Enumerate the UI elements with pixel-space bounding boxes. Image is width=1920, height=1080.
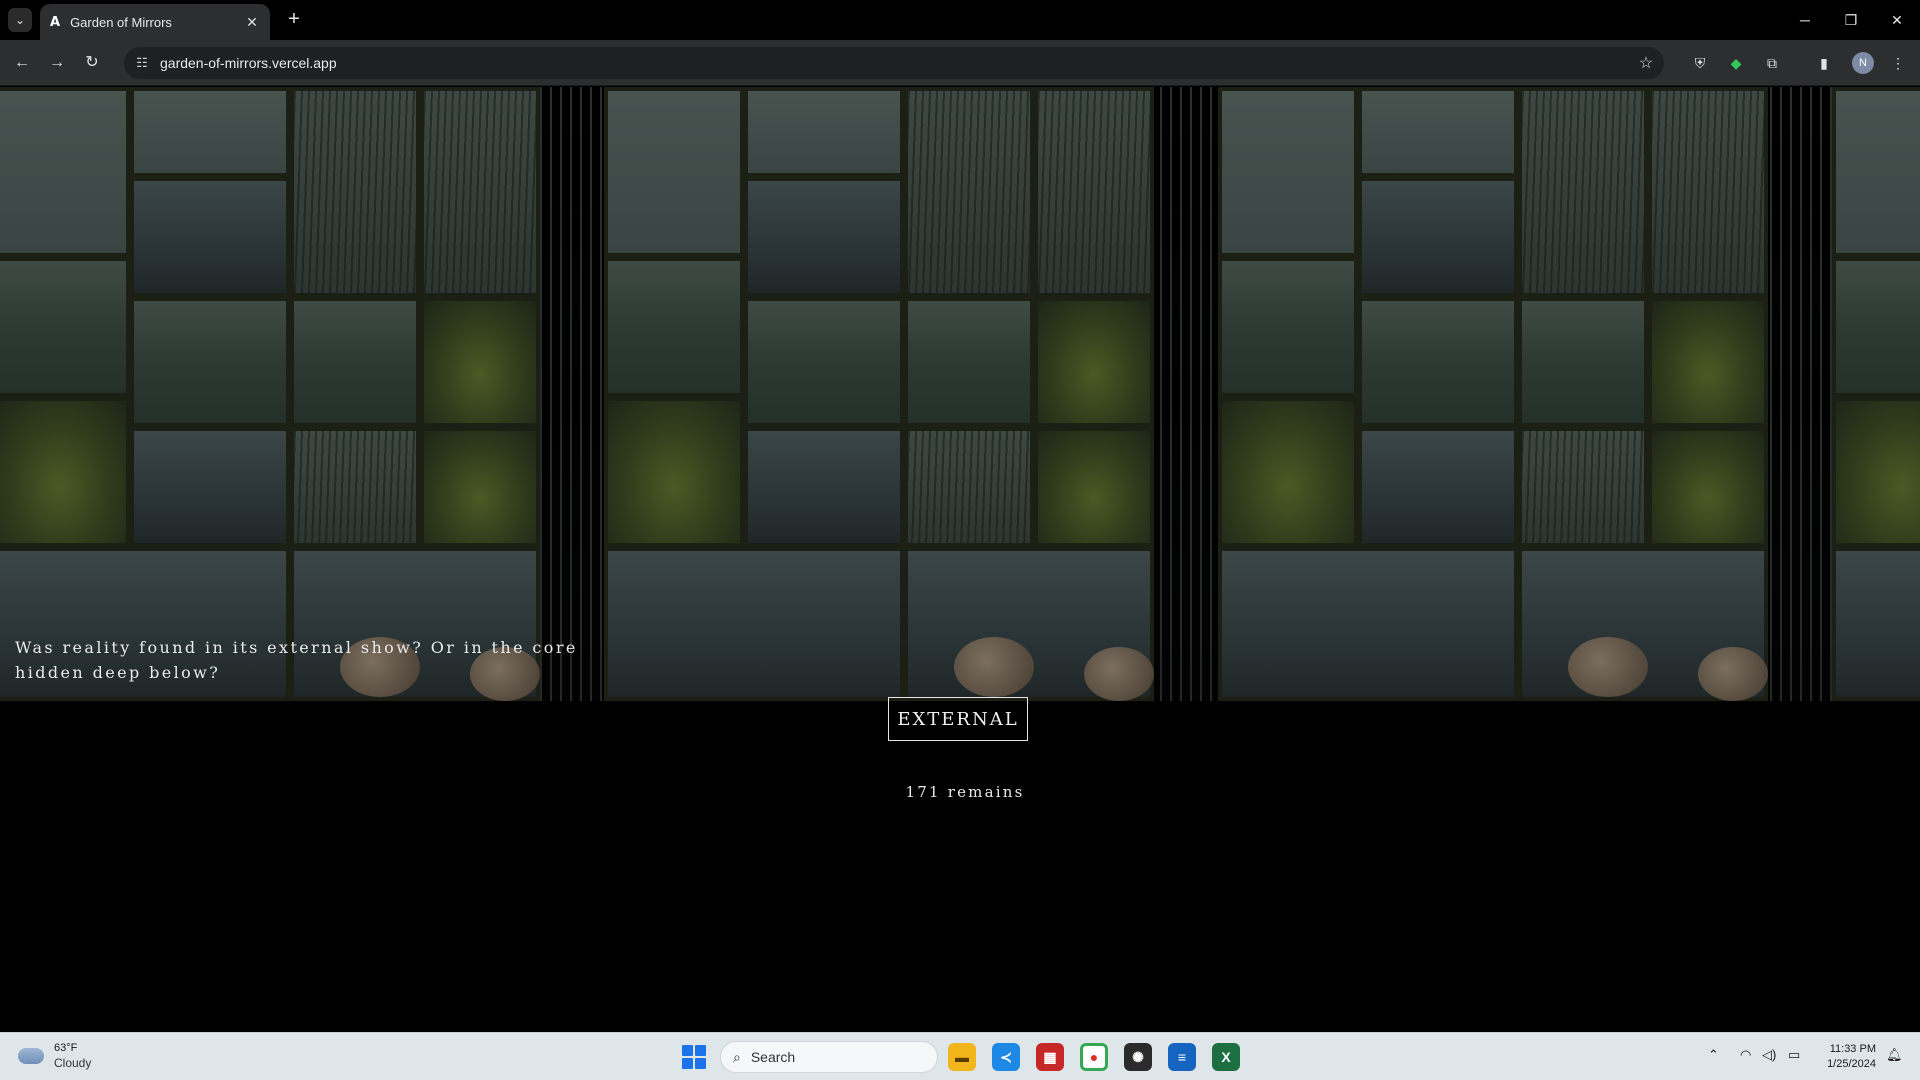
- tab-title: Garden of Mirrors: [70, 14, 172, 30]
- extensions-puzzle-icon[interactable]: ⧉: [1760, 51, 1784, 75]
- volume-icon[interactable]: ◁): [1762, 1047, 1776, 1063]
- minimize-icon[interactable]: ─: [1782, 0, 1828, 40]
- chatgpt-icon[interactable]: ✺: [1124, 1043, 1152, 1071]
- site-favicon-icon: A: [50, 14, 61, 30]
- wifi-icon[interactable]: ◠: [1740, 1047, 1751, 1063]
- new-tab-plus-icon[interactable]: +: [282, 8, 306, 32]
- address-bar[interactable]: ☷ garden-of-mirrors.vercel.app ☆: [124, 47, 1664, 79]
- browser-toolbar: ← → ↻ ☷ garden-of-mirrors.vercel.app ☆ ⛨…: [0, 40, 1920, 86]
- collage-panel: [0, 87, 564, 701]
- reload-icon[interactable]: ↻: [80, 51, 104, 75]
- cloud-icon: [18, 1048, 44, 1064]
- tab-close-icon[interactable]: ✕: [244, 14, 260, 31]
- tray-chevron-up-icon[interactable]: ⌃: [1708, 1047, 1719, 1063]
- site-info-icon[interactable]: ☷: [124, 55, 160, 71]
- collage-panel: [564, 87, 1178, 701]
- weather-temp: 63°F: [54, 1042, 78, 1054]
- notification-bell-icon[interactable]: 🔔︎: [1886, 1047, 1903, 1063]
- collage-panel: [1792, 87, 1920, 701]
- tab-garden-of-mirrors[interactable]: A Garden of Mirrors ✕: [40, 4, 270, 40]
- side-panel-icon[interactable]: ▮: [1812, 51, 1836, 75]
- menu-kebab-icon[interactable]: ⋮: [1886, 51, 1910, 75]
- extension-shield-icon[interactable]: ⛨: [1688, 51, 1712, 75]
- clock-time: 11:33 PM: [1829, 1043, 1876, 1055]
- back-arrow-icon[interactable]: ←: [10, 51, 34, 75]
- restore-icon[interactable]: ❐: [1828, 0, 1874, 40]
- external-choice-button[interactable]: EXTERNAL: [888, 697, 1028, 741]
- profile-avatar[interactable]: N: [1852, 52, 1874, 74]
- question-text: Was reality found in its external show? …: [15, 638, 578, 682]
- start-windows-icon[interactable]: [682, 1045, 706, 1069]
- weather-condition: Cloudy: [54, 1056, 92, 1070]
- clock-date: 1/25/2024: [1827, 1058, 1876, 1070]
- bookmark-star-icon[interactable]: ☆: [1628, 53, 1664, 73]
- close-window-icon[interactable]: ✕: [1874, 0, 1920, 40]
- extension-vpn-icon[interactable]: ◆: [1724, 51, 1748, 75]
- chrome-icon[interactable]: ●: [1080, 1043, 1108, 1071]
- collage-panel: [1178, 87, 1792, 701]
- weather-widget[interactable]: 63°F Cloudy: [18, 1041, 91, 1071]
- search-icon: ⌕: [733, 1048, 741, 1065]
- page-content: Was reality found in its external show? …: [0, 87, 1920, 1032]
- excel-icon[interactable]: X: [1212, 1043, 1240, 1071]
- system-clock[interactable]: 11:33 PM 1/25/2024: [1818, 1042, 1876, 1072]
- taskbar-search-box[interactable]: ⌕ Search: [720, 1041, 938, 1073]
- vscode-icon[interactable]: ≺: [992, 1043, 1020, 1071]
- tab-strip: ⌄ A Garden of Mirrors ✕ + ─ ❐ ✕: [0, 0, 1920, 40]
- battery-icon[interactable]: ▭: [1788, 1047, 1800, 1063]
- remains-counter: 171 remains: [905, 783, 1025, 801]
- windows-taskbar: 63°F Cloudy ⌕ Search ▬ ≺ ▦ ● ✺ ≡ X ⌃ ◠ ◁…: [0, 1032, 1920, 1080]
- tab-search-chevron-icon[interactable]: ⌄: [8, 8, 32, 32]
- forward-arrow-icon[interactable]: →: [45, 51, 69, 75]
- taskbar-search-placeholder: Search: [750, 1049, 796, 1065]
- file-explorer-icon[interactable]: ▬: [948, 1043, 976, 1071]
- url-text[interactable]: garden-of-mirrors.vercel.app: [160, 55, 1628, 71]
- calendar-app-icon[interactable]: ▦: [1036, 1043, 1064, 1071]
- garden-mirror-collage-image: [0, 87, 1920, 701]
- notepad-icon[interactable]: ≡: [1168, 1043, 1196, 1071]
